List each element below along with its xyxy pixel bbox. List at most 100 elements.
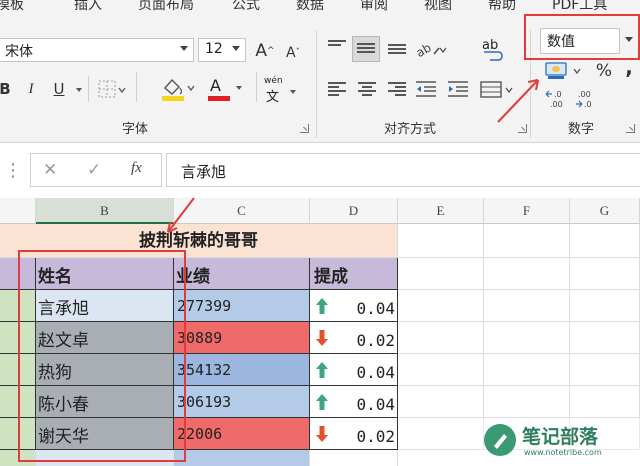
cell[interactable]: [398, 258, 484, 290]
ribbon: 模板 插入 页面布局 公式 数据 审阅 视图 帮助 PDF工具 宋体 12 A ^…: [0, 0, 640, 143]
align-center-icon[interactable]: [358, 82, 376, 96]
commission-cell[interactable]: 0.02: [310, 322, 398, 354]
tab-insert[interactable]: 插入: [74, 0, 102, 14]
cell[interactable]: [398, 418, 484, 450]
align-bottom-icon[interactable]: [388, 44, 406, 58]
highlight-box-number-format: [524, 14, 640, 60]
column-header-d[interactable]: D: [310, 198, 398, 224]
align-middle-button[interactable]: [352, 36, 380, 62]
pen-icon: [494, 434, 507, 449]
sales-cell[interactable]: 277399: [174, 290, 310, 322]
cell[interactable]: [484, 386, 570, 418]
number-dialog-launcher-icon[interactable]: [626, 124, 635, 133]
cell[interactable]: [484, 322, 570, 354]
grow-font-button[interactable]: A ^: [254, 40, 276, 62]
increase-indent-button[interactable]: [446, 80, 470, 98]
commission-cell[interactable]: 0.04: [310, 386, 398, 418]
sales-cell[interactable]: 354132: [174, 354, 310, 386]
watermark: 笔记部落 www.notetribe.com: [480, 418, 640, 466]
orientation-button[interactable]: ab: [414, 38, 448, 60]
more-icon[interactable]: ⋮: [4, 160, 22, 181]
cell[interactable]: [484, 290, 570, 322]
cell[interactable]: [398, 386, 484, 418]
divider: [136, 72, 137, 102]
tab-view[interactable]: 视图: [424, 0, 452, 14]
tab-formulas[interactable]: 公式: [232, 0, 260, 14]
borders-icon: [98, 80, 126, 98]
cell[interactable]: [570, 354, 640, 386]
fill-color-button[interactable]: [160, 76, 200, 102]
underline-button[interactable]: U: [50, 78, 68, 100]
align-top-icon[interactable]: [328, 40, 346, 54]
header-commission-cell[interactable]: 提成: [310, 258, 398, 290]
wrap-text-button[interactable]: ab: [480, 38, 506, 64]
font-name-combo[interactable]: 宋体: [0, 38, 194, 62]
ribbon-tabs: 模板 插入 页面布局 公式 数据 审阅 视图 帮助 PDF工具: [0, 0, 640, 14]
font-size-combo[interactable]: 12: [198, 38, 246, 62]
commission-cell[interactable]: 0.04: [310, 290, 398, 322]
chevron-down-icon: [236, 86, 242, 90]
arrow-up-icon: [316, 298, 328, 314]
column-header-e[interactable]: E: [398, 198, 484, 224]
column-header-f[interactable]: F: [484, 198, 570, 224]
commission-cell[interactable]: 0.02: [310, 418, 398, 450]
decrease-decimal-button[interactable]: .00 .0: [574, 88, 600, 110]
chevron-down-icon[interactable]: [180, 46, 188, 51]
commission-value: 0.04: [356, 363, 395, 382]
sales-cell[interactable]: 22006: [174, 418, 310, 450]
borders-button[interactable]: [98, 80, 128, 98]
sales-cell[interactable]: 306193: [174, 386, 310, 418]
italic-button[interactable]: I: [22, 78, 40, 100]
wrap-arrow-icon: [484, 51, 503, 61]
cell[interactable]: [484, 354, 570, 386]
bold-label: B: [0, 80, 11, 98]
svg-text:ab: ab: [414, 40, 434, 60]
chevron-down-icon[interactable]: [232, 46, 240, 51]
header-sales-cell[interactable]: 业绩: [174, 258, 310, 290]
column-header-b[interactable]: B: [36, 198, 174, 224]
tab-review[interactable]: 审阅: [360, 0, 388, 14]
font-dialog-launcher-icon[interactable]: [300, 124, 309, 133]
insert-function-icon[interactable]: fx: [131, 160, 142, 177]
cell[interactable]: [310, 450, 398, 466]
decrease-indent-icon: [416, 81, 436, 97]
svg-text:.0: .0: [584, 100, 592, 109]
commission-cell[interactable]: 0.04: [310, 354, 398, 386]
cell[interactable]: [398, 354, 484, 386]
tab-help[interactable]: 帮助: [488, 0, 516, 14]
shrink-font-button[interactable]: Aˇ: [282, 42, 304, 64]
enter-icon[interactable]: ✓: [87, 160, 101, 180]
cell[interactable]: [398, 224, 484, 258]
cell[interactable]: [570, 322, 640, 354]
tab-data[interactable]: 数据: [296, 0, 324, 14]
column-header-g[interactable]: G: [570, 198, 640, 224]
tab-pdf-tools[interactable]: PDF工具: [552, 0, 607, 14]
cell[interactable]: [484, 224, 570, 258]
font-color-button[interactable]: A: [206, 76, 246, 102]
cell[interactable]: [570, 386, 640, 418]
underline-label: U: [53, 80, 65, 98]
tab-template[interactable]: 模板: [0, 0, 24, 14]
column-header-a[interactable]: [0, 198, 36, 224]
phonetic-button[interactable]: wén 文: [264, 76, 300, 105]
formula-input[interactable]: 言承旭: [166, 153, 640, 187]
cell[interactable]: [570, 224, 640, 258]
comma-button[interactable]: ,: [622, 55, 636, 79]
percent-button[interactable]: %: [594, 60, 614, 82]
cell[interactable]: [570, 290, 640, 322]
align-right-icon[interactable]: [388, 82, 406, 96]
cell[interactable]: [570, 258, 640, 290]
align-left-icon[interactable]: [328, 82, 346, 96]
cell[interactable]: [174, 450, 310, 466]
cell[interactable]: [398, 290, 484, 322]
sales-cell[interactable]: 30889: [174, 322, 310, 354]
decrease-indent-button[interactable]: [414, 80, 438, 98]
bold-button[interactable]: B: [0, 78, 14, 100]
chevron-down-icon[interactable]: [76, 88, 82, 92]
cell[interactable]: [398, 322, 484, 354]
cancel-icon[interactable]: ✕: [43, 160, 57, 180]
tab-page-layout[interactable]: 页面布局: [138, 0, 194, 14]
cell[interactable]: [484, 258, 570, 290]
increase-indent-icon: [448, 81, 468, 97]
accounting-format-button[interactable]: [544, 60, 588, 82]
